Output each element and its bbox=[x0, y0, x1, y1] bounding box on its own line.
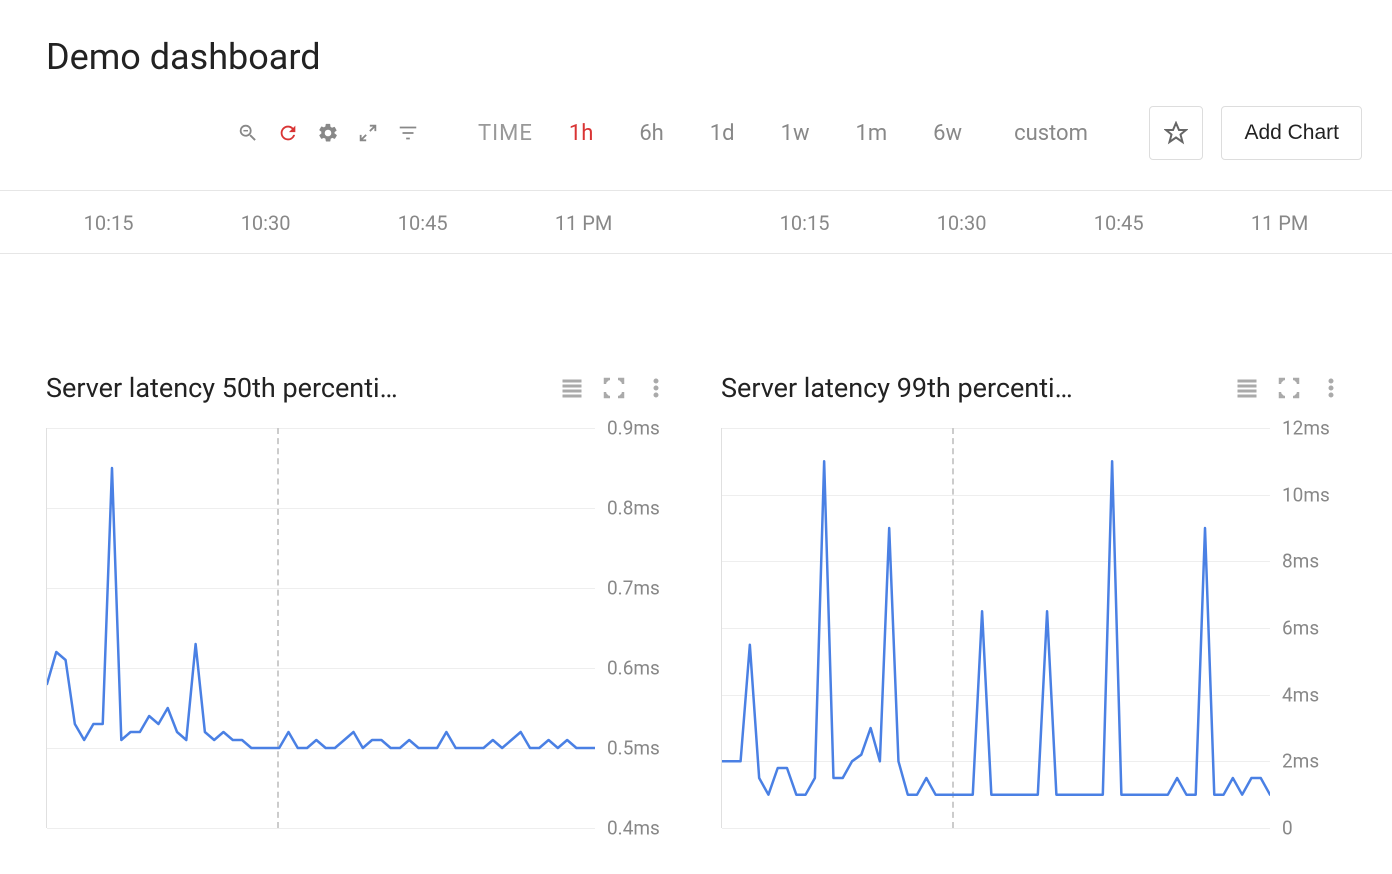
y-tick-label: 12ms bbox=[1282, 417, 1330, 440]
gear-icon[interactable] bbox=[310, 115, 346, 151]
timeline-tick: 10:15 bbox=[84, 211, 134, 235]
expand-icon[interactable] bbox=[350, 115, 386, 151]
y-tick-label: 6ms bbox=[1282, 617, 1319, 640]
toolbar: TIME 1h 6h 1d 1w 1m 6w custom Add Chart bbox=[0, 88, 1392, 191]
timeline-tick: 10:45 bbox=[398, 211, 448, 235]
timeline-tick: 10:15 bbox=[780, 211, 830, 235]
y-axis: 0.9ms0.8ms0.7ms0.6ms0.5ms0.4ms bbox=[595, 428, 671, 828]
chart-title: Server latency 99th percenti… bbox=[721, 372, 1212, 404]
y-tick-label: 0.8ms bbox=[607, 497, 660, 520]
list-icon[interactable] bbox=[1232, 373, 1262, 403]
plot-area[interactable] bbox=[721, 428, 1270, 828]
fullscreen-icon[interactable] bbox=[599, 373, 629, 403]
timeline-left: 10:15 10:30 10:45 11 PM bbox=[0, 211, 696, 235]
gridline bbox=[47, 828, 595, 829]
fullscreen-icon[interactable] bbox=[1274, 373, 1304, 403]
favorite-button[interactable] bbox=[1149, 106, 1203, 160]
timeline-tick: 10:45 bbox=[1094, 211, 1144, 235]
y-tick-label: 4ms bbox=[1282, 683, 1319, 706]
y-tick-label: 10ms bbox=[1282, 483, 1330, 506]
filter-icon[interactable] bbox=[390, 115, 426, 151]
refresh-icon[interactable] bbox=[270, 115, 306, 151]
time-range-6h[interactable]: 6h bbox=[629, 117, 673, 150]
list-icon[interactable] bbox=[557, 373, 587, 403]
gridline bbox=[722, 828, 1270, 829]
time-range-1d[interactable]: 1d bbox=[700, 117, 745, 150]
more-icon[interactable] bbox=[1316, 373, 1346, 403]
timeline-tick: 10:30 bbox=[937, 211, 987, 235]
time-range-6w[interactable]: 6w bbox=[923, 117, 972, 150]
timeline-tick: 11 PM bbox=[1251, 211, 1309, 235]
y-axis: 12ms10ms8ms6ms4ms2ms0 bbox=[1270, 428, 1346, 828]
y-tick-label: 0.5ms bbox=[607, 737, 660, 760]
y-tick-label: 0.9ms bbox=[607, 417, 660, 440]
chart-title: Server latency 50th percenti… bbox=[46, 372, 537, 404]
timeline-right: 10:15 10:30 10:45 11 PM bbox=[696, 211, 1392, 235]
y-tick-label: 0.4ms bbox=[607, 817, 660, 840]
zoom-out-icon[interactable] bbox=[230, 115, 266, 151]
y-tick-label: 0.7ms bbox=[607, 577, 660, 600]
time-range-custom[interactable]: custom bbox=[1004, 117, 1098, 150]
y-tick-label: 2ms bbox=[1282, 750, 1319, 773]
timeline-tick: 11 PM bbox=[555, 211, 613, 235]
y-tick-label: 8ms bbox=[1282, 550, 1319, 573]
add-chart-button[interactable]: Add Chart bbox=[1221, 106, 1362, 160]
page-title: Demo dashboard bbox=[46, 36, 1346, 78]
more-icon[interactable] bbox=[641, 373, 671, 403]
y-tick-label: 0.6ms bbox=[607, 657, 660, 680]
time-range-1h[interactable]: 1h bbox=[559, 117, 603, 150]
plot-area[interactable] bbox=[46, 428, 595, 828]
y-tick-label: 0 bbox=[1282, 817, 1293, 840]
time-label: TIME bbox=[478, 121, 533, 146]
time-range-1m[interactable]: 1m bbox=[845, 117, 897, 150]
chart-panel: Server latency 50th percenti… 0.9ms 0.8ms 0… bbox=[46, 372, 671, 828]
chart-panel: Server latency 99th percenti… 12ms 10ms 8ms… bbox=[721, 372, 1346, 828]
timeline: 10:15 10:30 10:45 11 PM 10:15 10:30 10:4… bbox=[0, 191, 1392, 254]
charts-container: Server latency 50th percenti… 0.9ms 0.8ms 0… bbox=[0, 254, 1392, 828]
time-range-1w[interactable]: 1w bbox=[771, 117, 820, 150]
timeline-tick: 10:30 bbox=[241, 211, 291, 235]
